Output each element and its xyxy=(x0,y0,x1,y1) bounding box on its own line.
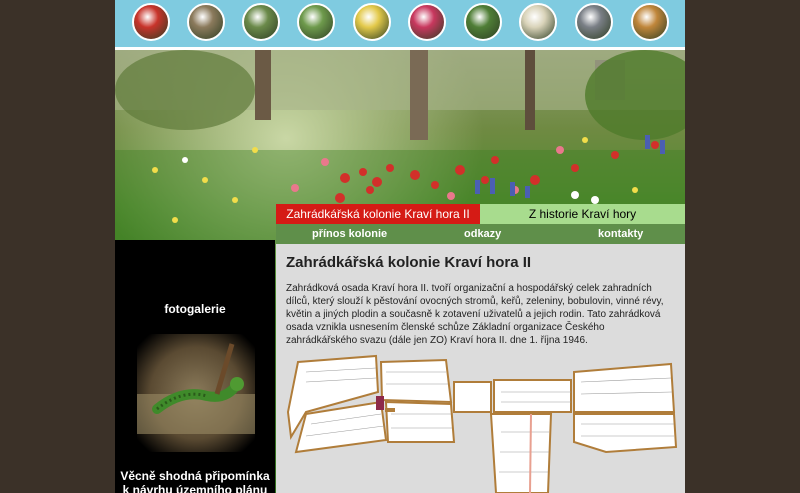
intro-paragraph: Zahrádková osada Kraví hora II. tvoří or… xyxy=(286,283,664,346)
gallery-title[interactable]: fotogalerie xyxy=(115,302,275,316)
group-thumbnail[interactable] xyxy=(242,3,280,41)
pink-flower-thumbnail[interactable] xyxy=(408,3,446,41)
nav-contribution[interactable]: přínos kolonie xyxy=(312,224,387,244)
vegetables-thumbnail[interactable] xyxy=(631,3,669,41)
notice-line-1: Věcně shodná připomínka xyxy=(120,469,270,483)
content-panel: Zahrádkářská kolonie Kraví hora II Z his… xyxy=(276,204,685,493)
page-title: Zahrádkářská kolonie Kraví hora II xyxy=(286,254,532,271)
page-container: fotogalerie Věcně shodná připomínka k ná… xyxy=(115,0,685,493)
garden-path-thumbnail[interactable] xyxy=(297,3,335,41)
people-thumbnail[interactable] xyxy=(187,3,225,41)
white-flower-thumbnail[interactable] xyxy=(519,3,557,41)
lizard-icon xyxy=(137,343,255,434)
yellow-flower-thumbnail[interactable] xyxy=(353,3,391,41)
sub-navigation: přínos kolonie odkazy kontakty xyxy=(276,224,685,244)
tab-history[interactable]: Z historie Kraví hory xyxy=(480,204,685,224)
thumbnail-strip xyxy=(115,0,685,47)
notice-line-2: k návrhu územního plánu xyxy=(122,483,268,493)
nav-contacts[interactable]: kontakty xyxy=(598,224,643,244)
crowd-thumbnail[interactable] xyxy=(575,3,613,41)
plan-notice-link[interactable]: Věcně shodná připomínka k návrhu územníh… xyxy=(115,469,275,493)
thumbnail-bar xyxy=(115,0,685,47)
tab-kravi-hora[interactable]: Zahrádkářská kolonie Kraví hora II xyxy=(276,204,480,224)
tree-thumbnail[interactable] xyxy=(464,3,502,41)
nav-links[interactable]: odkazy xyxy=(464,224,501,244)
red-flower-thumbnail[interactable] xyxy=(132,3,170,41)
colony-plot-map[interactable] xyxy=(286,352,678,493)
lizard-photo[interactable] xyxy=(137,334,255,452)
sidebar: fotogalerie Věcně shodná připomínka k ná… xyxy=(115,240,275,493)
